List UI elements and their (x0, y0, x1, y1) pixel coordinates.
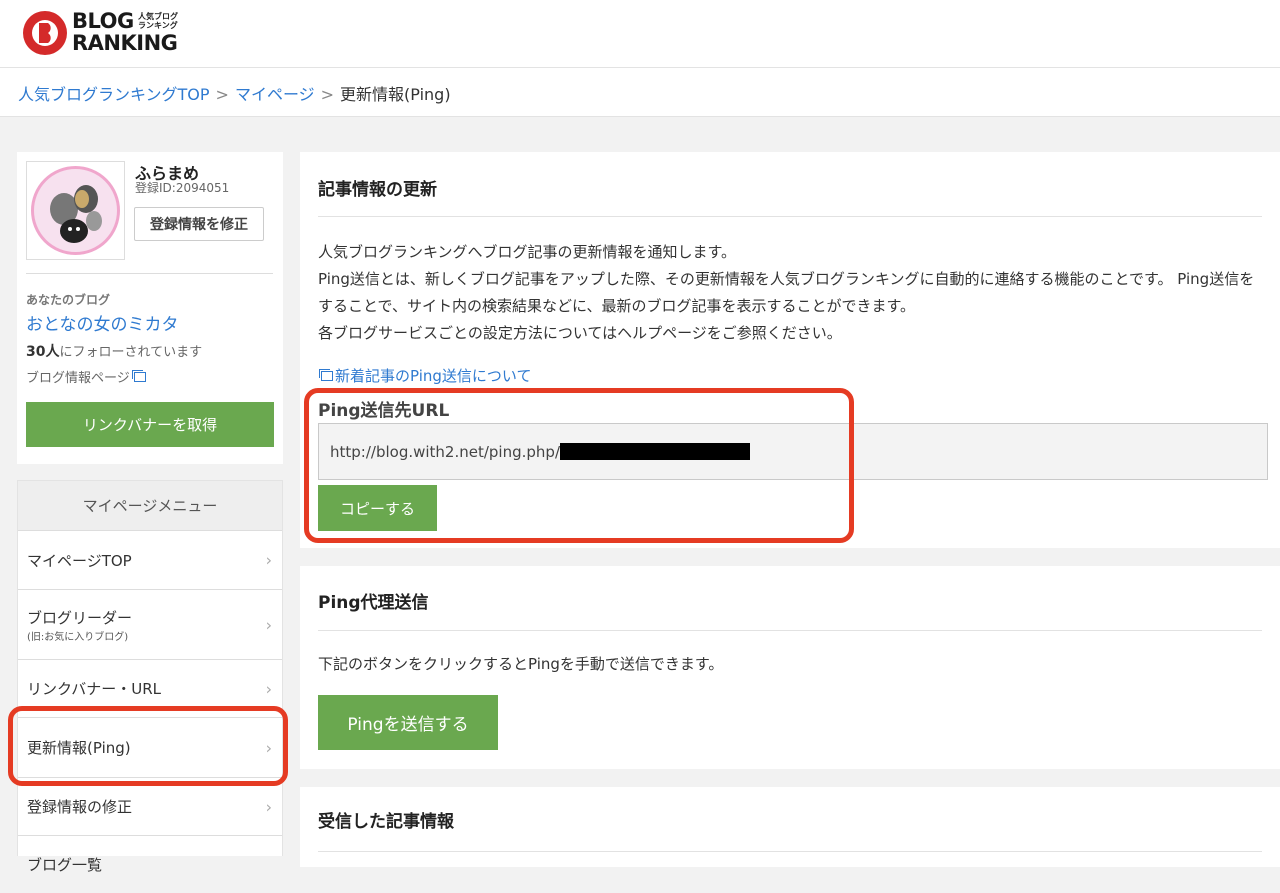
logo-mark-icon (23, 11, 67, 55)
your-blog-label: あなたのブログ (26, 293, 111, 307)
profile-divider (26, 273, 273, 274)
followers-count: 30人 (26, 344, 60, 360)
blog-info-label: ブログ情報ページ (26, 371, 130, 386)
description-line: Ping送信とは、新しくブログ記事をアップした際、その更新情報を人気ブログランキ… (318, 270, 1255, 315)
breadcrumb-separator: > (320, 85, 335, 104)
breadcrumb-current: 更新情報(Ping) (340, 85, 451, 104)
blog-ranking-logo[interactable]: BLOG RANKING 人気ブログ ランキング (22, 8, 192, 58)
breadcrumb-mypage-link[interactable]: マイページ (235, 85, 315, 104)
site-header: BLOG RANKING 人気ブログ ランキング (0, 0, 1280, 68)
description-line: 人気ブログランキングへブログ記事の更新情報を通知します。 (318, 243, 737, 261)
menu-item-label: ブログ一覧 (27, 856, 103, 874)
avatar-image (31, 166, 120, 255)
logo-subtitle: 人気ブログ ランキング (138, 12, 178, 30)
get-link-banner-button[interactable]: リンクバナーを取得 (26, 402, 274, 447)
menu-title: マイページメニュー (18, 481, 282, 531)
menu-item-edit-registration[interactable]: 登録情報の修正 › (18, 778, 282, 836)
ping-proxy-title: Ping代理送信 (318, 593, 429, 613)
chevron-right-icon: › (265, 679, 272, 698)
ping-proxy-description: 下記のボタンをクリックするとPingを手動で送信できます。 (318, 655, 724, 673)
menu-item-sublabel: (旧:お気に入りブログ) (27, 631, 129, 643)
mypage-menu: マイページメニュー マイページTOP › ブログリーダー (旧:お気に入りブログ… (17, 480, 283, 874)
received-articles-panel: 受信した記事情報 (300, 787, 1280, 867)
send-ping-button[interactable]: Pingを送信する (318, 695, 498, 750)
cat-illustration-icon (50, 185, 102, 243)
received-articles-title: 受信した記事情報 (318, 812, 454, 832)
highlight-ping-url (304, 388, 854, 543)
menu-item-label: ブログリーダー (27, 608, 133, 627)
breadcrumb-separator: > (215, 85, 229, 104)
chevron-right-icon: › (265, 550, 272, 570)
external-link-icon (319, 368, 333, 381)
followers-text: 30人にフォローされています (26, 341, 202, 361)
menu-item-mypage-top[interactable]: マイページTOP › (18, 531, 282, 590)
ping-help-link-label: 新着記事のPing送信について (335, 367, 532, 385)
panel-divider (318, 216, 1262, 217)
profile-card: ふらまめ 登録ID:2094051 登録情報を修正 あなたのブログ おとなの女の… (17, 152, 283, 464)
menu-item-label: マイページTOP (27, 551, 132, 570)
user-id: 登録ID:2094051 (135, 181, 230, 195)
blog-name-link[interactable]: おとなの女のミカタ (26, 310, 179, 335)
menu-item-label: リンクバナー・URL (27, 680, 162, 698)
menu-item-blog-list[interactable]: ブログ一覧 (18, 836, 282, 893)
avatar (26, 161, 125, 260)
blog-info-link[interactable]: ブログ情報ページ (26, 367, 146, 386)
menu-item-label: 登録情報の修正 (27, 798, 133, 816)
chevron-right-icon: › (265, 797, 272, 816)
ping-help-link[interactable]: 新着記事のPing送信について (318, 365, 531, 386)
menu-item-blog-reader[interactable]: ブログリーダー (旧:お気に入りブログ) › (18, 590, 282, 660)
highlight-ping-menu (8, 706, 288, 786)
breadcrumb: 人気ブログランキングTOP > マイページ > 更新情報(Ping) (0, 68, 1280, 117)
breadcrumb-top-link[interactable]: 人気ブログランキングTOP (18, 85, 210, 104)
followers-suffix: にフォローされています (59, 345, 203, 360)
ping-proxy-panel: Ping代理送信 下記のボタンをクリックするとPingを手動で送信できます。 P… (300, 566, 1280, 769)
article-update-description: 人気ブログランキングへブログ記事の更新情報を通知します。 Ping送信とは、新し… (318, 239, 1262, 347)
article-update-title: 記事情報の更新 (318, 180, 437, 200)
panel-divider (318, 630, 1262, 631)
edit-registration-button[interactable]: 登録情報を修正 (134, 207, 264, 241)
panel-divider (318, 851, 1262, 852)
description-line: 各ブログサービスごとの設定方法についてはヘルプページをご参照ください。 (318, 324, 842, 342)
chevron-right-icon: › (265, 615, 272, 634)
external-link-icon (131, 369, 146, 382)
